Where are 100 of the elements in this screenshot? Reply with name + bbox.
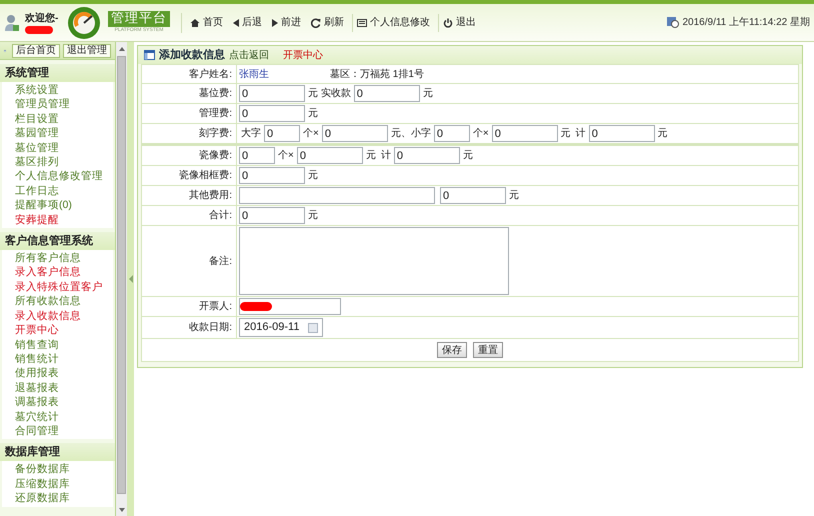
input-field[interactable]: 0	[322, 125, 388, 142]
field-text: 元	[508, 189, 520, 203]
sidebar-button[interactable]: 后台首页	[12, 44, 60, 58]
field-text: 墓区：万福苑 1排1号	[329, 68, 425, 82]
input-field[interactable]: 0	[434, 125, 470, 142]
home-icon	[190, 18, 200, 28]
sidebar-link[interactable]: 开票中心	[15, 323, 113, 338]
sidebar-link[interactable]: 销售统计	[15, 352, 113, 366]
field-text: 元	[462, 149, 474, 163]
sidebar-link[interactable]: 墓区排列	[15, 155, 113, 170]
logo-icon	[67, 6, 101, 40]
brand-title: 管理平台	[108, 11, 170, 27]
card-icon	[357, 18, 367, 28]
field-label: 其他费用:	[142, 186, 237, 205]
sidebar-link[interactable]: 墓穴统计	[15, 410, 113, 424]
input-field[interactable]: 0	[239, 85, 305, 102]
field-text: 个×	[472, 127, 490, 141]
section-link[interactable]: 开票中心	[283, 48, 323, 62]
date-field[interactable]: 2016-09-11	[239, 318, 323, 337]
input-field[interactable]: 0	[239, 147, 275, 164]
input-field[interactable]	[239, 187, 435, 204]
input-field[interactable]: 0	[264, 125, 300, 142]
field-text: 元	[307, 169, 319, 183]
form-button[interactable]: 保存	[437, 342, 467, 358]
sidebar-link[interactable]: 所有收款信息	[15, 294, 113, 309]
field-text: 元 实收款	[307, 86, 352, 101]
input-field[interactable]: 0	[296, 147, 363, 164]
field-text: 元	[307, 209, 319, 223]
scrollbar[interactable]	[116, 42, 127, 516]
sidebar-link[interactable]: 个人信息修改管理	[15, 169, 113, 184]
input-field[interactable]	[239, 298, 341, 315]
nav-button[interactable]: 退出	[438, 14, 480, 32]
input-field[interactable]: 0	[492, 125, 558, 142]
sidebar-link[interactable]: 压缩数据库	[15, 476, 113, 492]
field-text: 个×	[277, 149, 295, 163]
clock-icon	[666, 17, 678, 28]
field-label: 合计:	[142, 206, 237, 225]
sidebar-link[interactable]: 安葬提醒	[15, 212, 113, 228]
input-field[interactable]: 0	[588, 125, 655, 142]
sidebar-section-title[interactable]: 客户信息管理系统	[0, 232, 115, 250]
nav-button[interactable]: 后退	[229, 14, 266, 32]
sidebar-link[interactable]: 录入客户信息	[15, 265, 113, 280]
sidebar-link[interactable]: 墓位管理	[15, 140, 113, 156]
clock-text: 2016/9/11 上午11:14:22 星期	[682, 16, 810, 30]
sidebar-link[interactable]: 调墓报表	[15, 395, 113, 410]
field-label: 刻字费:	[142, 124, 237, 143]
sidebar-link[interactable]: 提醒事项(0)	[15, 198, 113, 213]
left-triangle-icon	[233, 18, 239, 26]
field-text: 元	[560, 127, 572, 141]
input-field[interactable]: 0	[354, 85, 420, 102]
field-text: 个×	[302, 127, 320, 141]
sidebar-link[interactable]: 销售查询	[15, 338, 113, 352]
field-text: 计	[380, 148, 392, 163]
sidebar-link[interactable]: 系统设置	[15, 83, 113, 98]
welcome-text: 欢迎您-	[25, 12, 60, 24]
nav-button[interactable]: 刷新	[307, 14, 348, 32]
nav-button[interactable]: 个人信息修改	[352, 14, 434, 32]
input-field[interactable]: 0	[239, 105, 305, 122]
sidebar-link[interactable]: 备份数据库	[15, 462, 113, 477]
sidebar-link[interactable]: 录入收款信息	[15, 308, 113, 324]
power-icon	[443, 18, 453, 28]
scroll-up-icon	[118, 47, 124, 51]
input-field[interactable]: 0	[440, 187, 506, 204]
field-text: 元	[422, 87, 434, 101]
refresh-icon	[311, 18, 321, 28]
sidebar-link[interactable]: 退墓报表	[15, 380, 113, 396]
sidebar-section-title[interactable]: 系统管理	[0, 64, 115, 82]
sidebar-link[interactable]: 墓园管理	[15, 126, 113, 141]
panel-title: 添加收款信息	[159, 48, 225, 63]
field-text: 元	[656, 127, 669, 141]
field-label: 瓷像费:	[142, 146, 237, 165]
scrollbar-thumb[interactable]	[117, 56, 126, 494]
user-icon	[4, 14, 20, 32]
field-text: 元	[307, 107, 319, 121]
sidebar-section-title[interactable]: 数据库管理	[0, 443, 115, 462]
field-label: 备注:	[142, 226, 237, 296]
field-text: 元	[364, 149, 377, 163]
input-field[interactable]: 0	[394, 147, 460, 164]
sidebar-link[interactable]: 使用报表	[15, 366, 113, 381]
field-text: 元、小字	[390, 126, 432, 141]
sidebar-link[interactable]: 工作日志	[15, 184, 113, 198]
field-label: 开票人:	[142, 297, 237, 316]
redaction-mark	[240, 302, 272, 311]
nav-button[interactable]: 前进	[268, 14, 305, 32]
notes-textarea[interactable]	[239, 227, 509, 295]
input-field[interactable]: 0	[239, 167, 305, 184]
sidebar-link[interactable]: 管理员管理	[15, 97, 113, 112]
sidebar-link[interactable]: 所有客户信息	[15, 251, 113, 266]
sidebar-link[interactable]: 录入特殊位置客户	[15, 280, 113, 294]
nav-button[interactable]: 首页	[186, 14, 227, 32]
sidebar-link[interactable]: 还原数据库	[15, 491, 113, 506]
field-label: 墓位费:	[142, 84, 237, 103]
input-field[interactable]: 0	[239, 207, 305, 224]
calendar-icon	[308, 322, 318, 332]
sidebar-link[interactable]: 合同管理	[15, 424, 113, 438]
sidebar-button[interactable]: 退出管理	[63, 44, 111, 58]
field-label: 管理费:	[142, 104, 237, 123]
sidebar-link[interactable]: 栏目设置	[15, 112, 113, 126]
back-link[interactable]: 点击返回	[229, 48, 269, 62]
form-button[interactable]: 重置	[473, 342, 503, 358]
